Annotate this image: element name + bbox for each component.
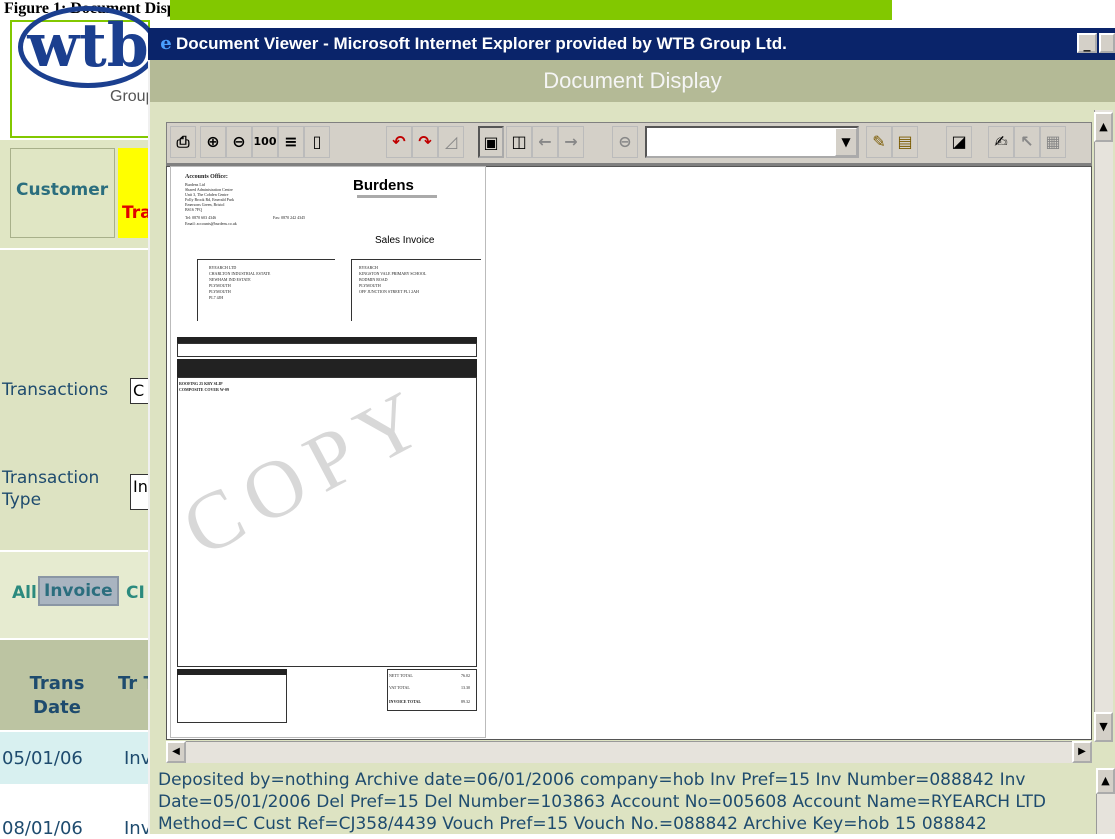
scroll-up-arrow-icon[interactable]: ▲ bbox=[1094, 112, 1113, 142]
vat-summary-header bbox=[177, 669, 287, 675]
horizontal-scrollbar[interactable] bbox=[166, 741, 1092, 763]
tel: Tel: 0870 603 4346 bbox=[185, 215, 217, 220]
vat-total-value: 13.30 bbox=[461, 685, 470, 690]
page-combo-box[interactable] bbox=[645, 126, 859, 158]
deliver-to-line: RYEARCH bbox=[359, 265, 378, 270]
fit-page-icon[interactable]: ▯ bbox=[304, 126, 330, 158]
previous-page-icon[interactable]: ← bbox=[532, 126, 558, 158]
internet-explorer-icon: e bbox=[160, 33, 172, 54]
rotate-left-icon[interactable]: ↶ bbox=[386, 126, 412, 158]
bill-to-line: RYEARCH LTD bbox=[209, 265, 237, 270]
document-metadata-text: Deposited by=nothing Archive date=06/01/… bbox=[158, 770, 1046, 834]
filter-all-link[interactable]: All bbox=[12, 583, 37, 603]
zoom-in-icon[interactable]: ⊕ bbox=[200, 126, 226, 158]
zoom-out-icon[interactable]: ⊖ bbox=[226, 126, 252, 158]
window-title: Document Viewer - Microsoft Internet Exp… bbox=[176, 34, 787, 53]
transaction-type-label: Transaction Type bbox=[2, 468, 100, 510]
print-icon[interactable]: ⎙ bbox=[170, 126, 196, 158]
fit-width-icon[interactable]: ≡ bbox=[278, 126, 304, 158]
outer-vertical-scrollbar[interactable] bbox=[1094, 110, 1113, 740]
clipboard-icon[interactable]: ▤ bbox=[892, 126, 918, 158]
bill-to-line: PLYMOUTH bbox=[209, 289, 231, 294]
metadata-scroll-up-icon[interactable]: ▲ bbox=[1096, 768, 1115, 794]
line-items-header bbox=[177, 359, 477, 377]
background-green-bar bbox=[170, 0, 892, 20]
line-item: COMPOSITE COVER W-09 bbox=[179, 387, 230, 392]
wtb-logo: wtb bbox=[18, 6, 158, 88]
minimize-button[interactable]: _ bbox=[1077, 33, 1097, 53]
single-page-icon[interactable]: ▣ bbox=[478, 126, 504, 158]
grid-icon[interactable]: ▦ bbox=[1040, 126, 1066, 158]
email: Email: accounts@burdens.co.uk bbox=[185, 221, 237, 226]
nett-total-label: NETT TOTAL bbox=[389, 673, 413, 678]
rotate-right-icon[interactable]: ↷ bbox=[412, 126, 438, 158]
customer-tab-label: Customer bbox=[16, 180, 109, 200]
burdens-logo: Burdens bbox=[353, 177, 414, 194]
office-line: BS16 7FQ bbox=[185, 207, 203, 212]
bill-to-line: NEWHAM IND ESTATE bbox=[209, 277, 251, 282]
nett-total-value: 76.02 bbox=[461, 673, 470, 678]
filter-invoice-link[interactable]: Invoice bbox=[38, 576, 119, 606]
annotate-icon[interactable]: ✎ bbox=[866, 126, 892, 158]
reference-row bbox=[177, 343, 477, 357]
next-page-icon[interactable]: → bbox=[558, 126, 584, 158]
scroll-left-arrow-icon[interactable]: ◀ bbox=[166, 741, 186, 763]
two-page-icon[interactable]: ◫ bbox=[506, 126, 532, 158]
link-icon[interactable]: ⊖ bbox=[612, 126, 638, 158]
vat-total-label: VAT TOTAL bbox=[389, 685, 410, 690]
scroll-right-arrow-icon[interactable]: ▶ bbox=[1072, 741, 1092, 763]
column-header-trans-date[interactable]: Trans Date bbox=[22, 672, 92, 720]
row-date: 08/01/06 bbox=[2, 818, 83, 839]
pointer-icon[interactable]: ↖ bbox=[1014, 126, 1040, 158]
filter-cr-link[interactable]: CI bbox=[126, 583, 145, 603]
combo-dropdown-arrow-icon[interactable]: ▼ bbox=[835, 128, 857, 156]
invoice-title: Sales Invoice bbox=[375, 235, 435, 246]
deliver-to-line: OFF JUNCTION STREET PL1 2AH bbox=[359, 289, 419, 294]
maximize-button[interactable] bbox=[1099, 33, 1115, 53]
office-heading: Accounts Office: bbox=[185, 174, 228, 180]
invoice-page: Accounts Office: Burdens Ltd Shared Admi… bbox=[170, 166, 486, 738]
bill-to-line: PLYMOUTH bbox=[209, 283, 231, 288]
deliver-to-line: PLYMOUTH bbox=[359, 283, 381, 288]
flip-icon[interactable]: ◿ bbox=[438, 126, 464, 158]
deliver-to-line: KINGSTON VALE PRIMARY SCHOOL bbox=[359, 271, 427, 276]
invoice-total-label: INVOICE TOTAL bbox=[389, 699, 422, 704]
logo-tagline bbox=[357, 195, 437, 198]
scroll-down-arrow-icon[interactable]: ▼ bbox=[1094, 712, 1113, 742]
vat-summary-box bbox=[177, 669, 287, 723]
zoom-100-button[interactable]: 100 bbox=[252, 126, 278, 158]
bill-to-line: PL7 4JH bbox=[209, 295, 224, 300]
properties-icon[interactable]: ◪ bbox=[946, 126, 972, 158]
deliver-to-line: BODMIN ROAD bbox=[359, 277, 388, 282]
row-date: 05/01/06 bbox=[2, 748, 83, 769]
line-item: ROOFING 25 KBY SLIP bbox=[179, 381, 223, 386]
fax: Fax: 0870 242 4345 bbox=[273, 215, 306, 220]
document-display-title: Document Display bbox=[543, 68, 722, 93]
bill-to-line: CHARLTON INDUSTRIAL ESTATE bbox=[209, 271, 271, 276]
transactions-label: Transactions bbox=[2, 380, 109, 400]
invoice-total-value: 89.32 bbox=[461, 699, 470, 704]
edit-icon[interactable]: ✍ bbox=[988, 126, 1014, 158]
